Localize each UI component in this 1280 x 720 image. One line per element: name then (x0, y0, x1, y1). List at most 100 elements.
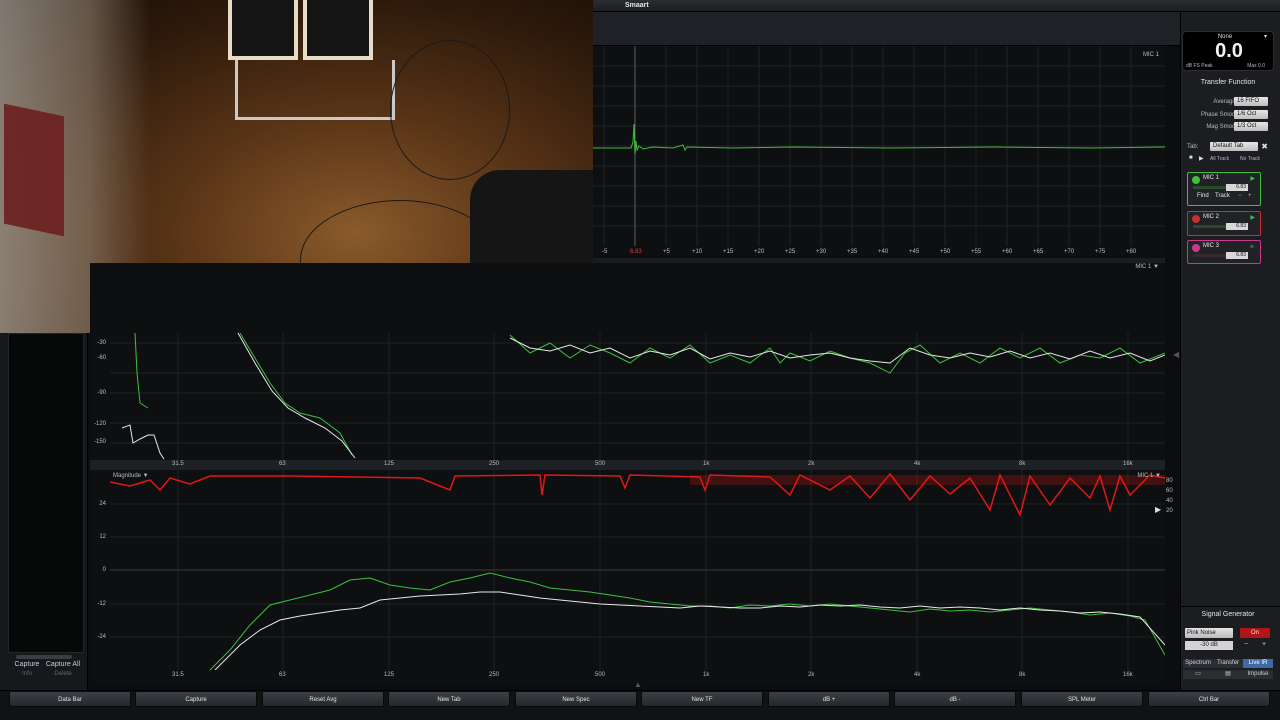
meter-unit[interactable]: dB FS Peak (1186, 63, 1213, 69)
phase-x-tick: 16k (1123, 461, 1133, 467)
magnitude-plot-label[interactable]: Magnitude ▼ (113, 473, 149, 479)
mic-1-play-icon[interactable]: ▶ (1250, 175, 1255, 182)
signal-generator-title: Signal Generator (1201, 611, 1255, 618)
camera-speaker-left (228, 0, 298, 60)
phase-smooth-select[interactable]: 1/6 Oct (1234, 110, 1268, 119)
magnitude-x-tick: 500 (595, 672, 606, 678)
impulse-x-tick: +55 (971, 249, 982, 255)
phase-y-tick: -60 (97, 355, 106, 361)
reset-avg-button[interactable]: Reset Avg (262, 691, 384, 707)
all-track-button[interactable]: All Track (1210, 156, 1229, 162)
capture-list[interactable] (8, 333, 84, 653)
mic-1-track-button[interactable]: Track (1215, 193, 1230, 199)
magnitude-x-tick: 250 (489, 672, 500, 678)
camera-door (4, 103, 64, 237)
impulse-x-tick: +70 (1064, 249, 1075, 255)
play-icon[interactable]: ▶ (1199, 155, 1204, 162)
impulse-mode-button[interactable]: Impulse (1243, 670, 1273, 679)
mic-3-enable-icon[interactable] (1192, 244, 1200, 252)
level-decrease-button[interactable]: − (1244, 641, 1248, 648)
spl-meter-button[interactable]: SPL Meter (1021, 691, 1143, 707)
mic-1-minus-button[interactable]: − (1238, 193, 1242, 199)
db-plus-button[interactable]: dB + (768, 691, 890, 707)
layout-split-icon[interactable]: ▤ (1213, 670, 1243, 679)
db-minus-button[interactable]: dB - (894, 691, 1016, 707)
mic-3-pair[interactable]: MIC 3 ▶ 6.83 (1187, 240, 1261, 264)
capture-button[interactable]: Capture (8, 660, 46, 670)
impulse-x-tick: +40 (878, 249, 889, 255)
tab-bar (593, 12, 1180, 46)
live-ir-mode-button[interactable]: Live IR (1243, 659, 1273, 668)
phase-smooth-row: Phase Smooth: 1/6 Oct (1182, 110, 1274, 120)
delete-button[interactable]: Delete (44, 671, 82, 680)
title-bar: Smaart (593, 0, 1280, 12)
phase-plot-label[interactable]: MIC 1 ▼ (1135, 264, 1159, 270)
phase-y-tick: -30 (97, 340, 106, 346)
phase-y-tick: -120 (93, 421, 106, 427)
mic-1-pair[interactable]: MIC 1 ▶ 6.83 Find Track − + (1187, 172, 1261, 206)
coherence-threshold-handle[interactable]: ▶ (1155, 505, 1161, 514)
magnitude-y-tick: -24 (97, 634, 106, 640)
spectrum-mode-button[interactable]: Spectrum (1183, 659, 1213, 668)
phase-plot[interactable]: MIC 1 ▼ -30 -60 -90 -120 -150 (90, 263, 1165, 460)
no-track-button[interactable]: No Track (1240, 156, 1260, 162)
layout-single-icon[interactable]: ▭ (1183, 670, 1213, 679)
mic-1-find-button[interactable]: Find (1197, 193, 1209, 199)
coherence-tick: 20 (1166, 508, 1173, 514)
capture-command-button[interactable]: Capture (135, 691, 257, 707)
magnitude-y-tick: 24 (99, 501, 106, 507)
mic-2-pair[interactable]: MIC 2 ▶ 6.83 (1187, 211, 1261, 236)
tab-select[interactable]: Default Tab (1210, 142, 1258, 151)
phase-x-tick: 4k (914, 461, 921, 467)
mic-3-play-icon[interactable]: ▶ (1250, 243, 1255, 250)
level-meter[interactable]: None ▾ 0.0 dB FS Peak Max 0.0 (1182, 31, 1274, 71)
coherence-tick: 40 (1166, 498, 1173, 504)
transfer-function-title: Transfer Function (1200, 79, 1256, 86)
coherence-plot-label[interactable]: MIC 1 ▼ (1137, 473, 1161, 479)
new-tab-button[interactable]: New Tab (388, 691, 510, 707)
signal-level-field[interactable]: -30 dB (1185, 641, 1233, 650)
mic-1-delay[interactable]: 6.83 (1226, 184, 1248, 191)
level-increase-button[interactable]: + (1262, 641, 1266, 648)
bottom-bar-collapse-handle[interactable]: ▲ (634, 680, 642, 689)
phase-x-tick: 63 (279, 461, 286, 467)
transfer-mode-button[interactable]: Transfer (1213, 659, 1243, 668)
stop-icon[interactable]: ■ (1189, 155, 1193, 161)
data-bar-button[interactable]: Data Bar (9, 691, 131, 707)
phase-y-tick: -90 (97, 390, 106, 396)
mic-2-enable-icon[interactable] (1192, 215, 1200, 223)
chevron-down-icon[interactable]: ▾ (1264, 33, 1267, 40)
magnitude-x-tick: 31.5 (172, 672, 184, 678)
signal-type-select[interactable]: Pink Noise (1185, 628, 1233, 638)
magnitude-y-tick: 0 (102, 567, 106, 573)
mag-smooth-select[interactable]: 1/3 Oct (1234, 122, 1268, 131)
impulse-response-plot[interactable]: MIC 1 -5 6.83 +5 +10 +15 +20 +25 +30 +35… (593, 46, 1165, 258)
mic-2-play-icon[interactable]: ▶ (1250, 214, 1255, 221)
sidebar-collapse-handle[interactable]: ◀ (1173, 350, 1179, 359)
averaging-select[interactable]: 16 FIFO (1234, 97, 1268, 106)
mic-1-enable-icon[interactable] (1192, 176, 1200, 184)
mic-3-delay[interactable]: 6.83 (1226, 252, 1248, 259)
mic-2-delay[interactable]: 6.83 (1226, 223, 1248, 230)
new-tf-button[interactable]: New TF (641, 691, 763, 707)
magnitude-grid (109, 470, 1165, 670)
mic-3-name: MIC 3 (1203, 243, 1220, 249)
camera-cable (390, 40, 510, 180)
magnitude-plot[interactable]: Magnitude ▼ MIC 1 ▼ 24 12 0 -12 -24 (90, 470, 1165, 670)
mic-1-plus-button[interactable]: + (1248, 193, 1252, 199)
signal-generator-toggle[interactable]: On (1240, 628, 1270, 638)
tab-label: Tab: (1187, 144, 1199, 150)
impulse-x-tick: +45 (909, 249, 920, 255)
tools-icon[interactable]: ✖ (1261, 142, 1268, 151)
impulse-x-tick: +35 (847, 249, 858, 255)
new-spec-button[interactable]: New Spec (515, 691, 637, 707)
ctrl-bar-button[interactable]: Ctrl Bar (1148, 691, 1270, 707)
capture-all-button[interactable]: Capture All (44, 660, 82, 670)
info-button[interactable]: Info (8, 671, 46, 680)
impulse-x-tick: +25 (785, 249, 796, 255)
meter-value: 0.0 (1215, 40, 1243, 62)
magnitude-x-tick: 125 (384, 672, 395, 678)
capture-list-scrollbar[interactable] (16, 655, 72, 659)
averaging-row: Averaging: 16 FIFO (1182, 97, 1274, 107)
impulse-x-tick: -5 (602, 249, 608, 255)
